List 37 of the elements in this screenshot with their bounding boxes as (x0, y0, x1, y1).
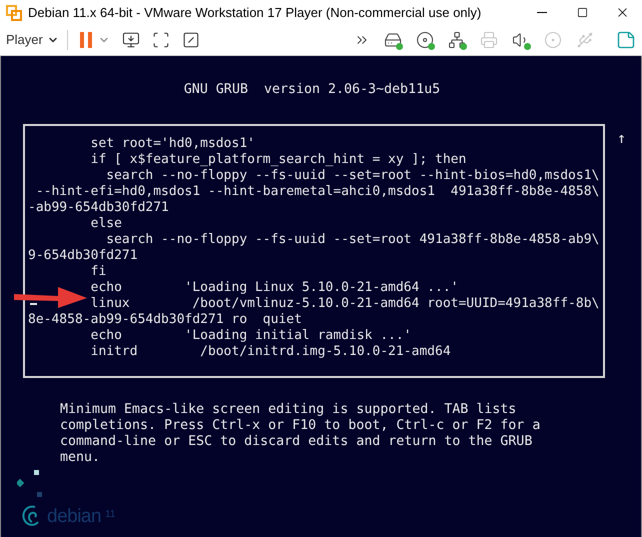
monitor-icon[interactable] (122, 31, 140, 49)
fullscreen-icon[interactable] (152, 31, 170, 49)
player-menu[interactable]: Player (6, 30, 68, 50)
logo-text: debian (47, 506, 102, 528)
maximize-icon (576, 7, 588, 18)
code-line: else (90, 216, 122, 231)
version-text: 11 (105, 510, 116, 520)
code-line: set root='hd0,msdos1' (90, 136, 255, 151)
dots-drawing (17, 470, 43, 498)
network-icon[interactable] (448, 31, 466, 49)
code-line: if [ x$feature_platform_search_hint = xy ]; then (90, 152, 466, 167)
code-line: 9-654db30fd271 (28, 248, 138, 263)
code-line: search --no-floppy --fs-uuid --set=root --hint-bios=hd0,msdos1\ (105, 168, 600, 183)
code-line: initrd /boot/initrd.img-5.10.0-21-amd64 (90, 344, 451, 359)
code-line: search --no-floppy --fs-uuid --set=root 491a38ff-8b8e-4858-ab9\ (105, 232, 600, 247)
code-line: echo 'Loading Linux 5.10.0-21-amd64 ...' (90, 280, 458, 295)
help-text: command-line or ESC to discard edits and return to the GRUB (60, 434, 534, 450)
minimize-icon (537, 12, 547, 13)
code-line: linux /boot/vmlinuz-5.10.0-21-amd64 root=UUID=491a38ff-8b\ (90, 296, 600, 311)
notes-icon[interactable] (616, 30, 636, 50)
disc-icon[interactable] (416, 31, 434, 49)
hard-drive-icon[interactable] (384, 31, 402, 49)
code-line: 8e-4858-ab99-654db30fd271 ro quiet (28, 312, 302, 327)
scroll-indicator: ↑ (617, 130, 626, 146)
help-text: menu. (60, 450, 102, 466)
app-logo-icon (6, 4, 22, 20)
code-line: echo 'Loading initial ramdisk ...' (90, 328, 412, 343)
code-line: -ab99-654db30fd271 (28, 200, 169, 215)
code-line: --hint-efi=hd0,msdos1 --hint-baremetal=ahci0,msdos1 491a38ff-8b8e-4858\ (34, 184, 600, 199)
help-text: completions. Press Ctrl-x or F10 to boot, Ctrl-c or F2 for a (60, 418, 542, 434)
speaker-icon[interactable] (512, 31, 530, 49)
window-title: Debian 11.x 64-bit - VMware Workstation 17 Player (Non-commercial use only) (28, 4, 482, 22)
code-line: fi (90, 264, 106, 279)
grub-title: GNU GRUB version 2.06-3~deb11u5 (182, 82, 442, 98)
pause-icon[interactable] (80, 32, 92, 48)
unity-icon[interactable] (182, 31, 200, 49)
help-text: Minimum Emacs-like screen editing is supported. TAB lists (60, 402, 518, 418)
